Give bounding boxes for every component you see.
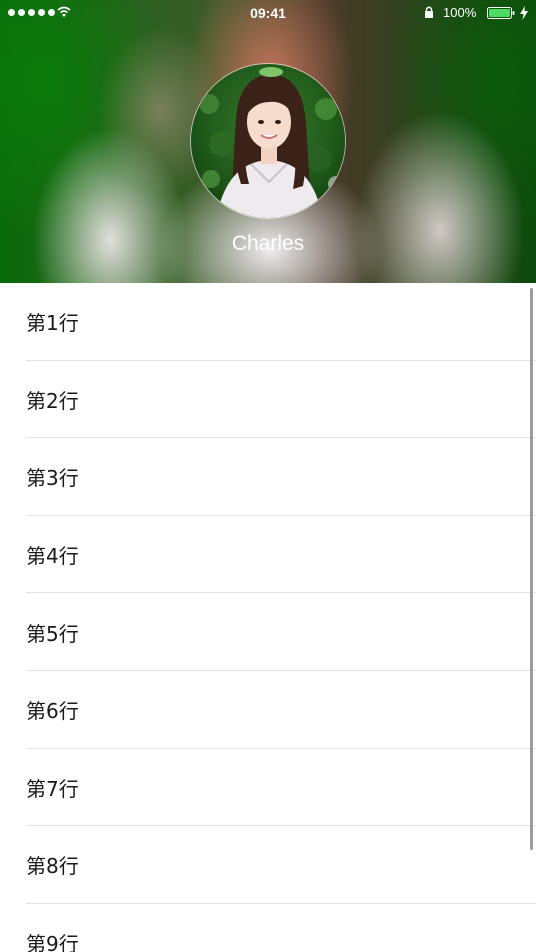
list-item-label: 第1行	[26, 311, 79, 336]
list-item[interactable]: 第6行	[0, 671, 536, 749]
list-item[interactable]: 第7行	[0, 749, 536, 827]
list-item[interactable]: 第8行	[0, 826, 536, 904]
list-item[interactable]: 第4行	[0, 516, 536, 594]
rotation-lock-icon	[425, 6, 433, 18]
avatar[interactable]	[190, 63, 346, 219]
table-view[interactable]: 第1行 第2行 第3行 第4行 第5行 第6行 第7行 第8行 第9行	[0, 283, 536, 952]
battery-icon	[487, 7, 515, 19]
list-item-label: 第9行	[26, 932, 79, 952]
profile-header: 09:41 100% Charles	[0, 0, 536, 283]
list-item-label: 第7行	[26, 776, 79, 801]
list-item[interactable]: 第3行	[0, 438, 536, 516]
vertical-scrollbar[interactable]	[530, 288, 533, 850]
list-item-label: 第4行	[26, 544, 79, 569]
list-item-label: 第8行	[26, 854, 79, 879]
list-item-label: 第5行	[26, 621, 79, 646]
screen: 09:41 100% Charles 第1行 第2行 第3行 第4行 第5行 第…	[0, 0, 536, 952]
list-item[interactable]: 第5行	[0, 593, 536, 671]
list-item[interactable]: 第1行	[0, 283, 536, 361]
profile-name: Charles	[231, 232, 305, 255]
list-item-label: 第3行	[26, 466, 79, 491]
list-item[interactable]: 第2行	[0, 361, 536, 439]
list-item-label: 第6行	[26, 699, 79, 724]
list-item[interactable]: 第9行	[0, 904, 536, 952]
status-bar: 09:41 100%	[0, 0, 536, 28]
charging-bolt-icon	[520, 6, 528, 20]
battery-percentage: 100%	[443, 5, 477, 20]
list-item-label: 第2行	[26, 388, 79, 413]
